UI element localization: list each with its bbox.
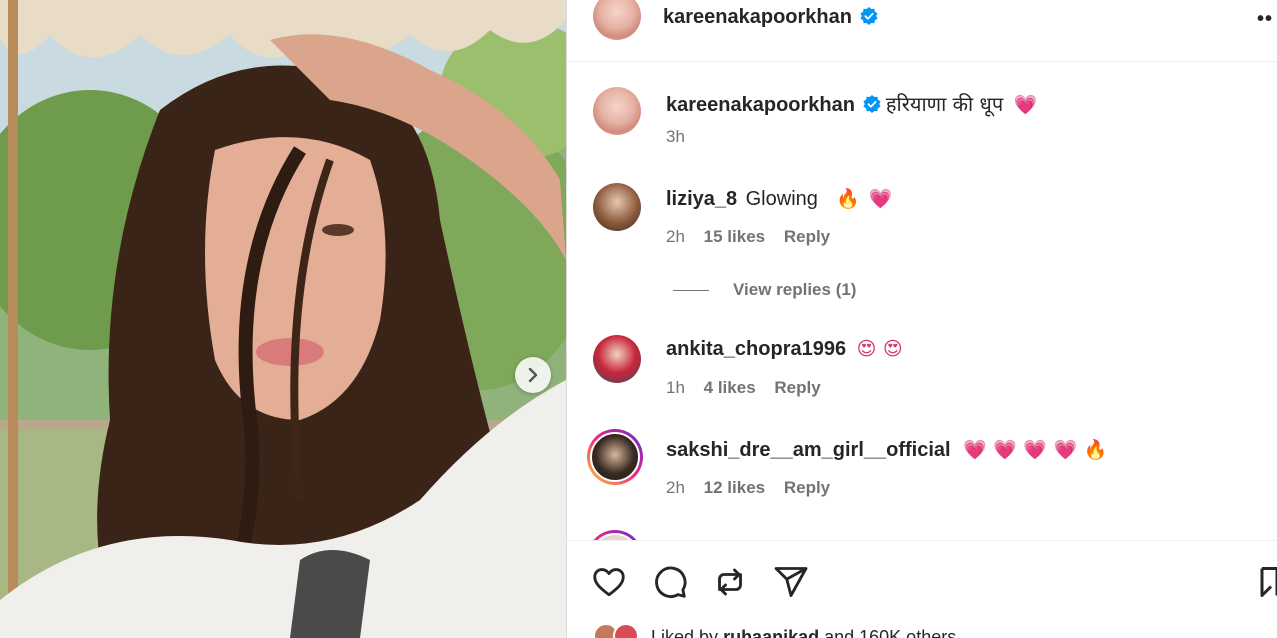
verified-badge-icon <box>860 7 878 25</box>
post-photo <box>0 0 566 638</box>
post-sidebar: kareenakapoorkhan •• kareenakapoorkhan ह… <box>567 0 1277 638</box>
heart-emoji: 💗 <box>1023 439 1047 461</box>
comment-username[interactable]: liziya_8 <box>666 188 737 210</box>
post-actions-bar: Liked by ruhaanikad and 160K others <box>567 540 1277 638</box>
liked-by-prefix: Liked by <box>651 627 719 638</box>
heart-emoji: 💗 <box>868 188 893 210</box>
caption-username[interactable]: kareenakapoorkhan <box>666 94 855 116</box>
heart-eyes-emoji: 😍 <box>882 338 903 360</box>
more-options-button[interactable]: •• <box>1257 8 1273 31</box>
comment-text: Glowing <box>745 188 818 210</box>
fire-emoji: 🔥 <box>836 188 861 210</box>
author-username[interactable]: kareenakapoorkhan <box>663 6 852 28</box>
commenter-avatar-story[interactable] <box>587 429 643 485</box>
comment-time[interactable]: 1h <box>666 378 685 397</box>
comment-username[interactable]: sakshi_dre__am_girl__official <box>666 439 951 461</box>
view-replies-button[interactable]: View replies (1) <box>673 280 856 300</box>
comment-meta: 1h 4 likes Reply <box>666 378 821 398</box>
heart-icon[interactable] <box>591 564 627 600</box>
author-name-row: kareenakapoorkhan <box>663 6 878 29</box>
post-header: kareenakapoorkhan •• <box>567 0 1277 62</box>
fire-emoji: 🔥 <box>1083 439 1108 461</box>
reply-button[interactable]: Reply <box>774 378 820 397</box>
chevron-right-icon <box>528 367 538 383</box>
comment-meta: 2h 15 likes Reply <box>666 227 830 247</box>
heart-emoji: 💗 <box>963 439 987 461</box>
caption-avatar[interactable] <box>593 87 641 135</box>
send-icon[interactable] <box>773 564 809 600</box>
liked-by-text: Liked by ruhaanikad and 160K others <box>651 627 956 638</box>
commenter-avatar[interactable] <box>593 183 641 231</box>
comment-time[interactable]: 2h <box>666 478 685 497</box>
commenter-avatar[interactable] <box>593 335 641 383</box>
comment-likes[interactable]: 15 likes <box>704 227 765 246</box>
liked-by-user[interactable]: ruhaanikad <box>723 627 819 638</box>
reply-button[interactable]: Reply <box>784 227 830 246</box>
comment-meta: 2h 12 likes Reply <box>666 478 830 498</box>
comment-icon[interactable] <box>652 564 688 600</box>
comment-likes[interactable]: 12 likes <box>704 478 765 497</box>
heart-emoji: 💗 <box>1053 439 1078 461</box>
heart-emoji: 💗 <box>993 439 1017 461</box>
replies-dash <box>673 289 709 291</box>
verified-badge-icon <box>863 95 881 113</box>
post-media[interactable] <box>0 0 566 638</box>
commenter-avatar-image <box>590 432 640 482</box>
next-image-button[interactable] <box>515 357 551 393</box>
caption-text: हरियाणा की धूप <box>885 92 1004 116</box>
comment-username[interactable]: ankita_chopra1996 <box>666 338 846 360</box>
caption-heart-emoji: 💗 <box>1013 94 1038 116</box>
caption-time[interactable]: 3h <box>666 127 685 147</box>
author-avatar[interactable] <box>593 0 641 40</box>
comment-likes[interactable]: 4 likes <box>704 378 756 397</box>
view-replies-label: View replies (1) <box>733 280 857 299</box>
reply-button[interactable]: Reply <box>784 478 830 497</box>
comment-body: ankita_chopra1996 😍 😍 <box>666 338 903 361</box>
liked-avatar <box>613 623 639 638</box>
comment-body: sakshi_dre__am_girl__official 💗 💗 💗 💗 🔥 <box>666 438 1107 462</box>
comment-time[interactable]: 2h <box>666 227 685 246</box>
bookmark-icon[interactable] <box>1259 564 1277 600</box>
caption-row: kareenakapoorkhan हरियाणा की धूप 💗 <box>666 90 1037 117</box>
comment-body: liziya_8 Glowing 🔥 💗 <box>666 187 892 211</box>
liked-by-suffix[interactable]: and 160K others <box>824 627 956 638</box>
repost-icon[interactable] <box>712 564 748 600</box>
heart-eyes-emoji: 😍 <box>856 338 877 360</box>
liked-by-avatars <box>593 623 645 638</box>
